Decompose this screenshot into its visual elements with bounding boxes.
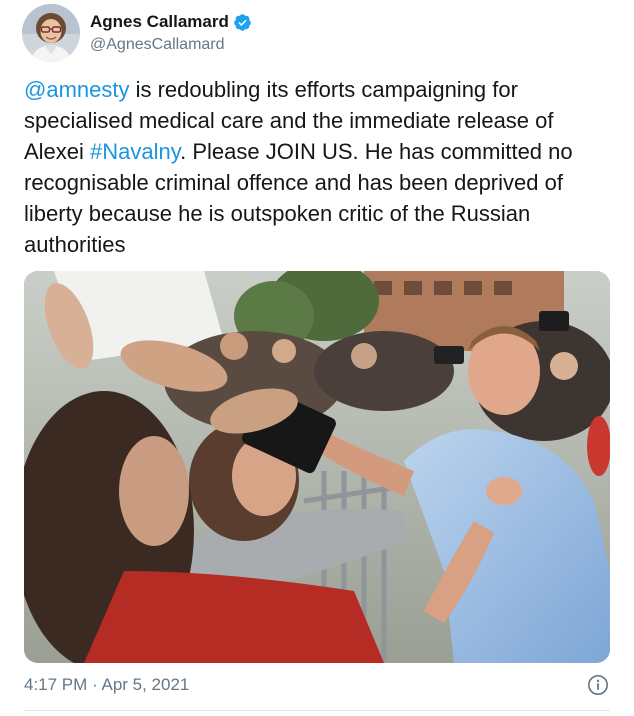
author-display-name[interactable]: Agnes Callamard [90, 12, 229, 32]
verified-badge-icon [233, 13, 252, 32]
divider [24, 710, 610, 711]
author-handle[interactable]: @AgnesCallamard [90, 35, 252, 54]
tweet-meta-row: 4:17 PM · Apr 5, 2021 [24, 670, 610, 700]
tweet-photo[interactable] [24, 271, 610, 663]
avatar[interactable] [22, 4, 80, 62]
tweet-header: Agnes Callamard @AgnesCallamard [22, 3, 252, 63]
name-row: Agnes Callamard [90, 12, 252, 32]
tweet-timestamp[interactable]: 4:17 PM · Apr 5, 2021 [24, 675, 189, 695]
hashtag-link[interactable]: #Navalny [90, 139, 180, 164]
tweet-text: @amnesty is redoubling its efforts campa… [24, 74, 614, 260]
mention-link[interactable]: @amnesty [24, 77, 129, 102]
info-circle-icon[interactable] [586, 673, 610, 697]
author-names: Agnes Callamard @AgnesCallamard [90, 12, 252, 54]
tweet-card: Agnes Callamard @AgnesCallamard @amnesty… [0, 0, 634, 716]
